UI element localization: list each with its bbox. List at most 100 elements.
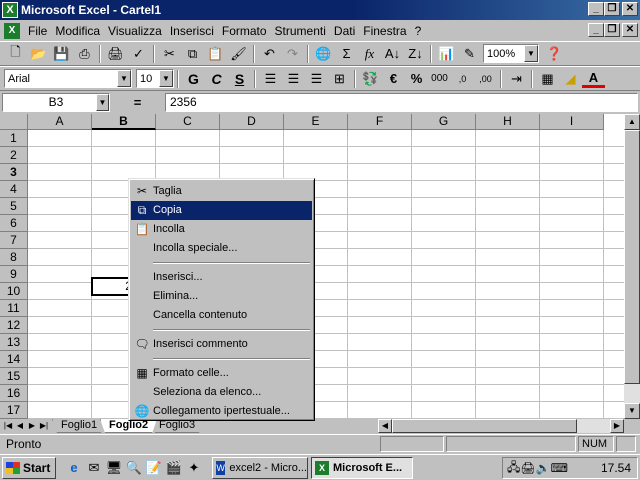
menu-finestra[interactable]: Finestra (359, 24, 410, 38)
row-header-2[interactable]: 2 (0, 147, 28, 164)
font-select[interactable]: Arial ▼ (4, 69, 132, 88)
outlook-icon[interactable]: ✉ (84, 458, 104, 478)
fill-color-icon[interactable]: ◢ (559, 68, 582, 90)
sort-ascending-icon[interactable]: A↓ (381, 43, 404, 65)
sheet-tab-foglio3[interactable]: Foglio3 (150, 419, 204, 433)
menu-item-inserisci[interactable]: Inserisci... (131, 268, 312, 287)
column-header-e[interactable]: E (284, 114, 348, 130)
row-header-8[interactable]: 8 (0, 249, 28, 266)
formula-input[interactable]: 2356 (165, 93, 638, 112)
italic-button[interactable]: C (205, 68, 228, 90)
menu-inserisci[interactable]: Inserisci (166, 24, 218, 38)
align-center-icon[interactable]: ☰ (282, 68, 305, 90)
menu-visualizza[interactable]: Visualizza (104, 24, 166, 38)
column-header-f[interactable]: F (348, 114, 412, 130)
drawing-icon[interactable]: ✎ (458, 43, 481, 65)
euro-icon[interactable]: € (382, 68, 405, 90)
scroll-up-button[interactable]: ▲ (624, 114, 640, 130)
row-header-12[interactable]: 12 (0, 317, 28, 334)
workbook-icon[interactable]: X (4, 22, 20, 39)
sheet-tab-foglio2[interactable]: Foglio2 (100, 419, 157, 433)
row-header-13[interactable]: 13 (0, 334, 28, 351)
menu-item-collegamento-ipertestuale[interactable]: 🌐 Collegamento ipertestuale... (131, 402, 312, 421)
doc-minimize-button[interactable]: _ (588, 23, 604, 37)
new-icon[interactable]: 🗋 (4, 43, 27, 65)
first-sheet-icon[interactable]: |◀ (2, 419, 14, 433)
menu-item-incolla-speciale[interactable]: Incolla speciale... (131, 239, 312, 258)
menu-help[interactable]: ? (411, 24, 426, 38)
row-header-9[interactable]: 9 (0, 266, 28, 283)
task-button-excel[interactable]: X Microsoft E... (311, 456, 413, 479)
menu-file[interactable]: File (24, 24, 51, 38)
clock[interactable]: 17.54 (601, 461, 631, 475)
desktop-icon[interactable]: 🖥 (104, 458, 124, 478)
internet-explorer-icon[interactable]: e (64, 458, 84, 478)
print-icon[interactable]: ⎙ (73, 43, 96, 65)
network-icon[interactable]: 🖧 (507, 458, 520, 479)
row-header-1[interactable]: 1 (0, 130, 28, 147)
doc-restore-button[interactable]: ❐ (604, 23, 620, 37)
column-header-a[interactable]: A (28, 114, 92, 130)
row-header-6[interactable]: 6 (0, 215, 28, 232)
notepad-icon[interactable]: 📝 (144, 458, 164, 478)
chevron-down-icon[interactable]: ▼ (524, 45, 538, 62)
column-header-h[interactable]: H (476, 114, 540, 130)
row-header-14[interactable]: 14 (0, 351, 28, 368)
column-header-g[interactable]: G (412, 114, 476, 130)
copy-icon[interactable]: ⧉ (181, 43, 204, 65)
cut-icon[interactable]: ✂ (158, 43, 181, 65)
column-header-b[interactable]: B (92, 114, 156, 130)
row-header-7[interactable]: 7 (0, 232, 28, 249)
name-box[interactable]: B3 ▼ (2, 93, 110, 112)
hyperlink-icon[interactable]: 🌐 (312, 43, 335, 65)
print-preview-icon[interactable]: 🖨 (104, 43, 127, 65)
row-header-3[interactable]: 3 (0, 164, 28, 181)
media-icon[interactable]: 🎬 (164, 458, 184, 478)
menu-dati[interactable]: Dati (330, 24, 359, 38)
menu-item-copia[interactable]: ⧉ Copia (131, 201, 312, 220)
column-header-i[interactable]: I (540, 114, 604, 130)
menu-item-cancella-contenuto[interactable]: Cancella contenuto (131, 306, 312, 325)
task-button-word[interactable]: W excel2 - Micro... (212, 456, 308, 479)
menu-modifica[interactable]: Modifica (51, 24, 104, 38)
column-header-d[interactable]: D (220, 114, 284, 130)
close-button[interactable]: ✕ (622, 2, 638, 16)
font-size-select[interactable]: 10 ▼ (136, 69, 174, 88)
row-header-15[interactable]: 15 (0, 368, 28, 385)
menu-strumenti[interactable]: Strumenti (271, 24, 330, 38)
scroll-right-button[interactable]: ▶ (610, 419, 624, 433)
indent-icon[interactable]: ⇥ (505, 68, 528, 90)
explorer-icon[interactable]: 🔍 (124, 458, 144, 478)
paste-icon[interactable]: 📋 (204, 43, 227, 65)
row-header-4[interactable]: 4 (0, 181, 28, 198)
sheet-tab-foglio1[interactable]: Foglio1 (52, 419, 106, 433)
function-icon[interactable]: fx (358, 43, 381, 65)
vertical-scroll-thumb[interactable] (624, 130, 640, 384)
last-sheet-icon[interactable]: ▶| (38, 419, 50, 433)
minimize-button[interactable]: _ (588, 2, 604, 16)
doc-close-button[interactable]: ✕ (622, 23, 638, 37)
autosum-icon[interactable]: Σ (335, 43, 358, 65)
select-all-corner[interactable] (0, 114, 28, 130)
title-bar[interactable]: X Microsoft Excel - Cartel1 _ ❐ ✕ (0, 0, 640, 20)
decrease-decimal-icon[interactable]: ,00 (474, 68, 497, 90)
row-header-10[interactable]: 10 (0, 283, 28, 300)
row-header-11[interactable]: 11 (0, 300, 28, 317)
percent-icon[interactable]: % (405, 68, 428, 90)
horizontal-scrollbar[interactable]: ◀ ▶ (378, 419, 624, 433)
currency-icon[interactable]: 💱 (359, 68, 382, 90)
scroll-left-button[interactable]: ◀ (378, 419, 392, 433)
row-header-17[interactable]: 17 (0, 402, 28, 419)
menu-item-taglia[interactable]: ✂ Taglia (131, 182, 312, 201)
align-right-icon[interactable]: ☰ (305, 68, 328, 90)
menu-item-inserisci-commento[interactable]: 🗨 Inserisci commento (131, 335, 312, 354)
merge-center-icon[interactable]: ⊞ (328, 68, 351, 90)
increase-decimal-icon[interactable]: ,0 (451, 68, 474, 90)
scroll-down-button[interactable]: ▼ (624, 403, 640, 419)
menu-item-incolla[interactable]: 📋 Incolla (131, 220, 312, 239)
align-left-icon[interactable]: ☰ (259, 68, 282, 90)
horizontal-scroll-thumb[interactable] (392, 419, 577, 433)
format-painter-icon[interactable]: 🖌 (227, 43, 250, 65)
thousands-separator-icon[interactable]: 000 (428, 68, 451, 90)
underline-button[interactable]: S (228, 68, 251, 90)
